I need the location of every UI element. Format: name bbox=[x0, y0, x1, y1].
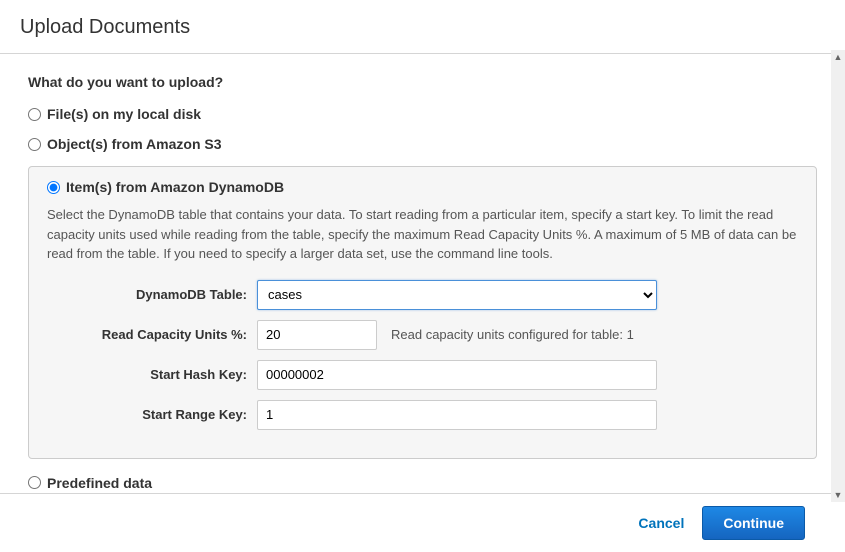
dialog-title: Upload Documents bbox=[20, 16, 825, 39]
label-hash-key: Start Hash Key: bbox=[47, 367, 257, 382]
label-table: DynamoDB Table: bbox=[47, 287, 257, 302]
dynamodb-description: Select the DynamoDB table that contains … bbox=[47, 205, 798, 264]
scrollbar[interactable]: ▲ ▼ bbox=[831, 50, 845, 502]
option-dynamodb[interactable]: Item(s) from Amazon DynamoDB bbox=[47, 179, 798, 195]
label-rcu: Read Capacity Units %: bbox=[47, 327, 257, 342]
row-hash-key: Start Hash Key: bbox=[47, 360, 798, 390]
continue-button[interactable]: Continue bbox=[702, 506, 805, 540]
dialog-header: Upload Documents bbox=[0, 0, 845, 54]
radio-local-disk[interactable] bbox=[28, 108, 41, 121]
dialog-footer: Cancel Continue bbox=[0, 493, 831, 552]
radio-dynamodb[interactable] bbox=[47, 181, 60, 194]
cancel-button[interactable]: Cancel bbox=[638, 515, 684, 531]
option-local-disk[interactable]: File(s) on my local disk bbox=[28, 106, 817, 122]
option-predefined[interactable]: Predefined data bbox=[28, 475, 817, 491]
select-dynamodb-table[interactable]: cases bbox=[257, 280, 657, 310]
label-local-disk[interactable]: File(s) on my local disk bbox=[47, 106, 201, 122]
radio-predefined[interactable] bbox=[28, 476, 41, 489]
radio-s3[interactable] bbox=[28, 138, 41, 151]
input-rcu-percent[interactable] bbox=[257, 320, 377, 350]
row-range-key: Start Range Key: bbox=[47, 400, 798, 430]
upload-question: What do you want to upload? bbox=[28, 74, 817, 90]
option-s3[interactable]: Object(s) from Amazon S3 bbox=[28, 136, 817, 152]
label-s3[interactable]: Object(s) from Amazon S3 bbox=[47, 136, 222, 152]
row-table: DynamoDB Table: cases bbox=[47, 280, 798, 310]
rcu-hint: Read capacity units configured for table… bbox=[391, 327, 634, 342]
scroll-down-icon[interactable]: ▼ bbox=[831, 488, 845, 502]
scroll-up-icon[interactable]: ▲ bbox=[831, 50, 845, 64]
input-start-range-key[interactable] bbox=[257, 400, 657, 430]
dynamodb-panel: Item(s) from Amazon DynamoDB Select the … bbox=[28, 166, 817, 459]
label-predefined[interactable]: Predefined data bbox=[47, 475, 152, 491]
label-range-key: Start Range Key: bbox=[47, 407, 257, 422]
dialog-body: What do you want to upload? File(s) on m… bbox=[0, 54, 845, 494]
label-dynamodb[interactable]: Item(s) from Amazon DynamoDB bbox=[66, 179, 284, 195]
row-rcu: Read Capacity Units %: Read capacity uni… bbox=[47, 320, 798, 350]
input-start-hash-key[interactable] bbox=[257, 360, 657, 390]
